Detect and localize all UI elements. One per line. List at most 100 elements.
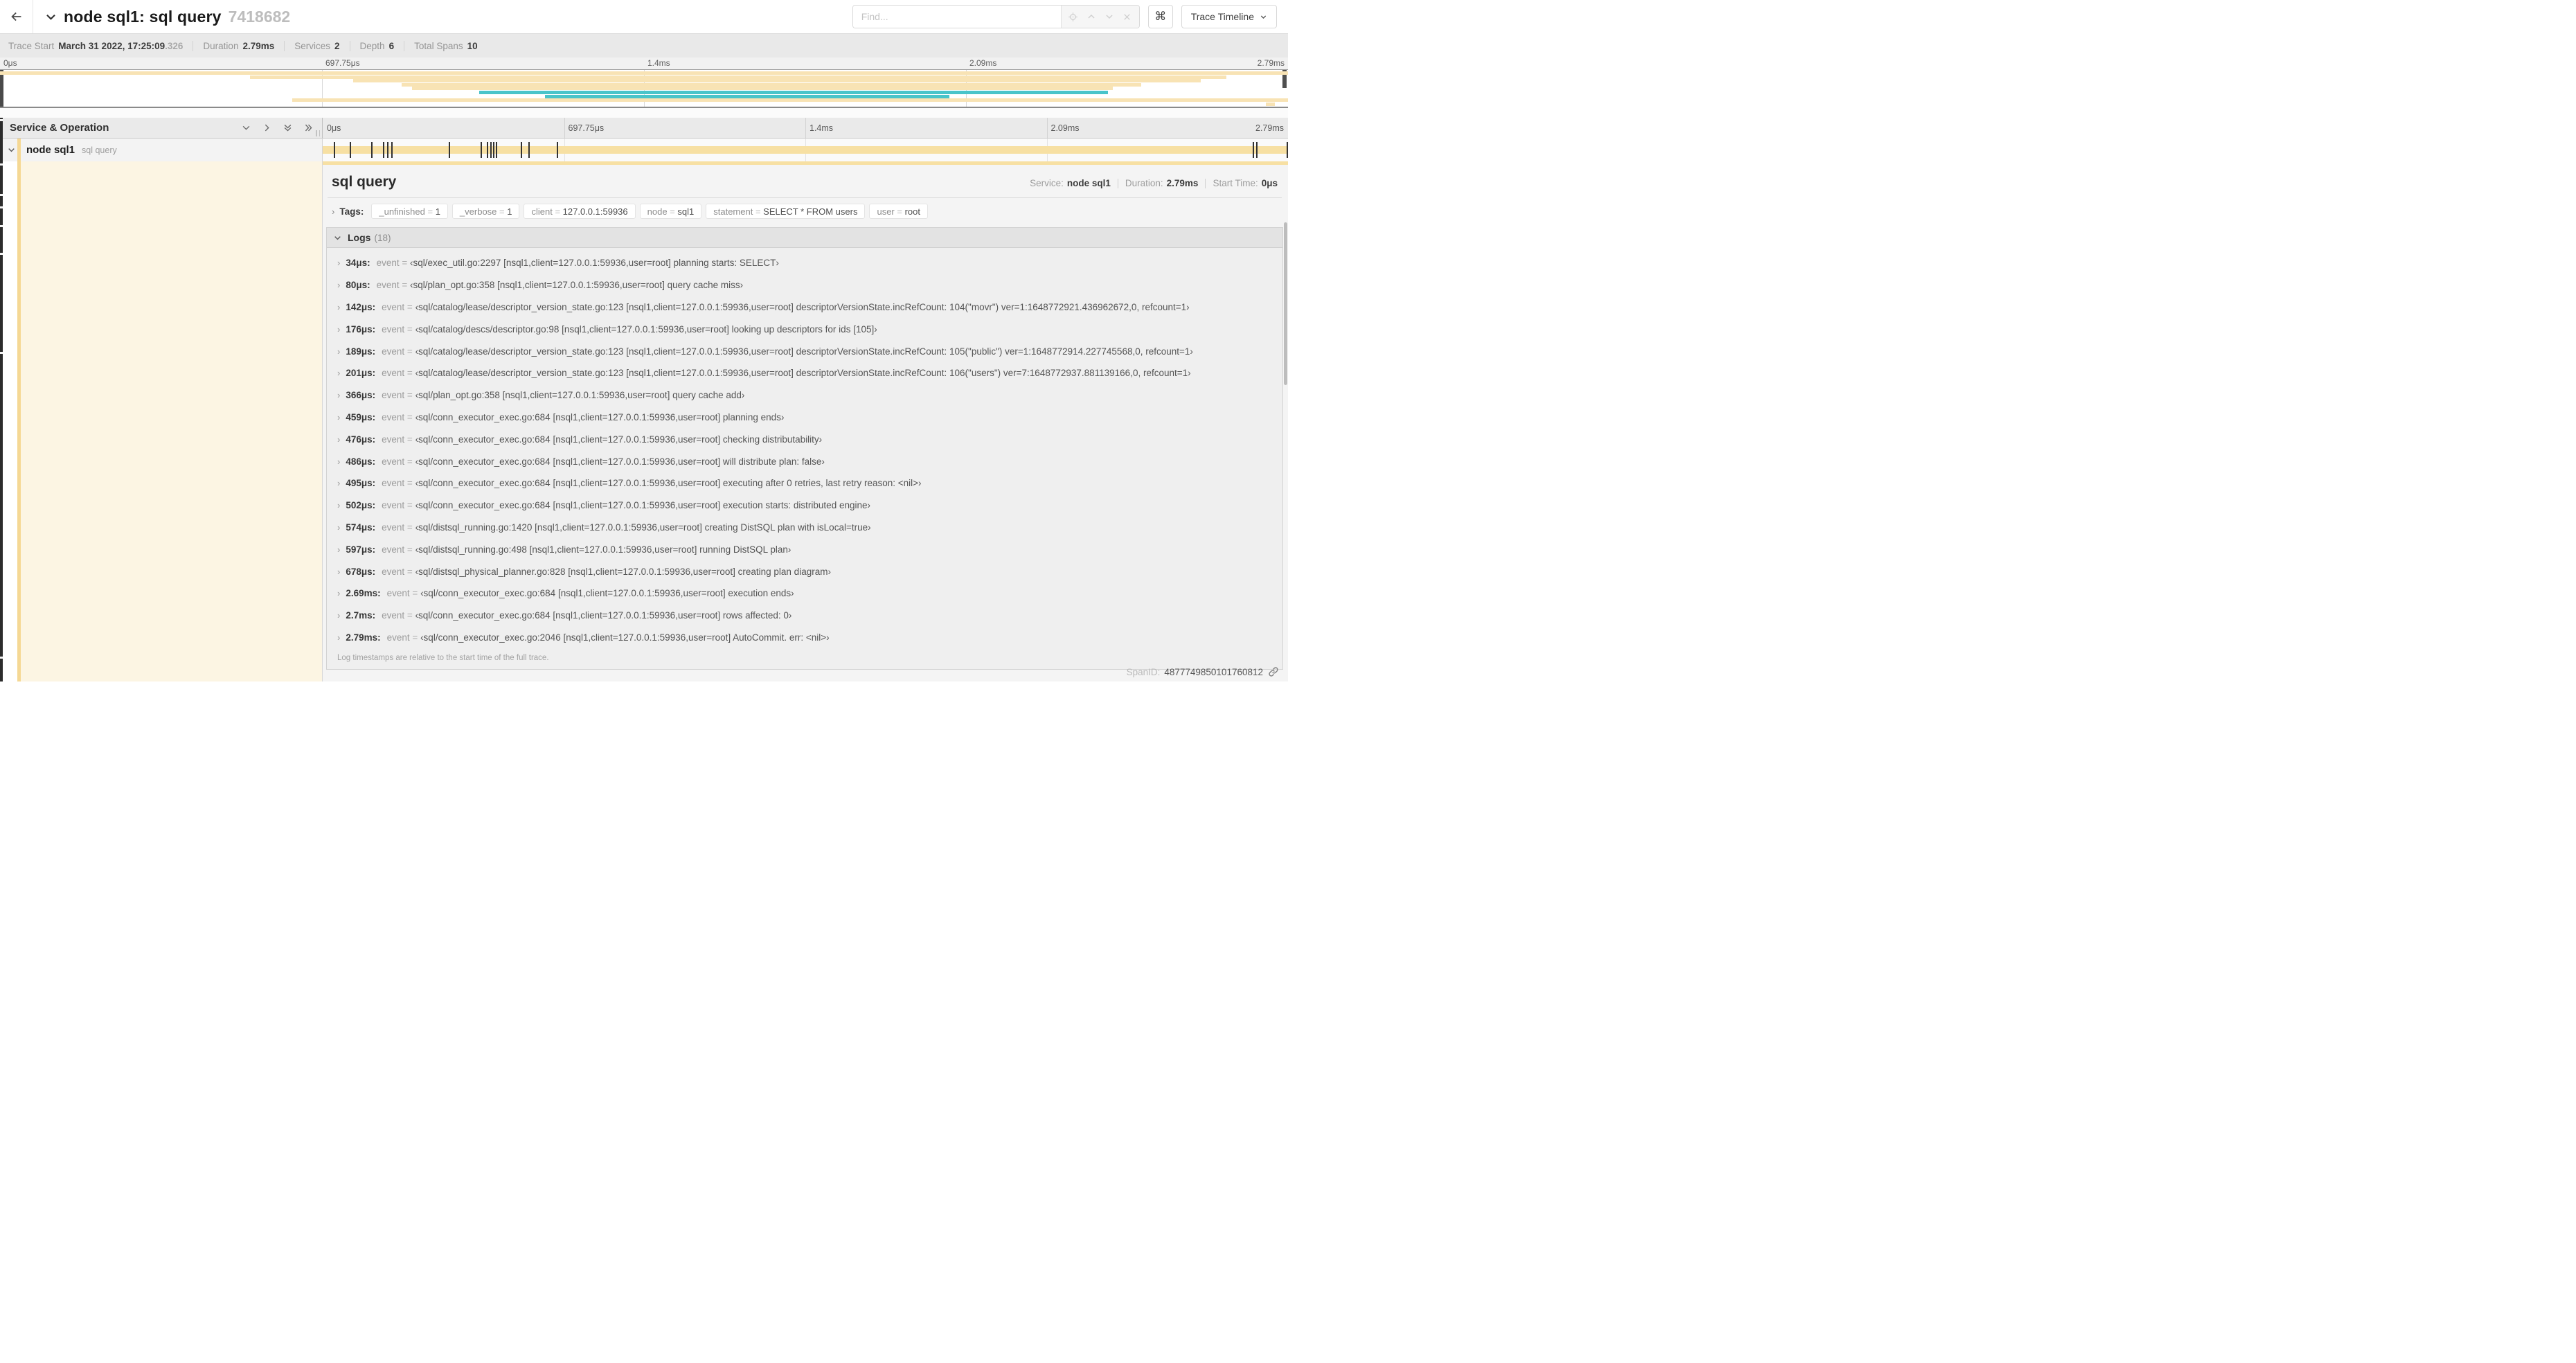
keyboard-shortcuts-button[interactable]: ⌘ (1147, 5, 1173, 28)
log-row[interactable]: › 142μs: event = ‹sql/catalog/lease/descri… (327, 296, 1282, 319)
minimap-left-drag-handle[interactable] (0, 70, 3, 107)
log-timestamp: 142μs: (346, 301, 376, 312)
span-bar-track[interactable] (323, 139, 1288, 161)
span-row-label[interactable]: node sql1 sql query (0, 139, 323, 161)
log-row[interactable]: › 678μs: event = ‹sql/distsql_physical_pla… (327, 560, 1282, 582)
service-label: Service: (1030, 178, 1064, 188)
column-resize-grip[interactable] (316, 130, 320, 136)
log-row[interactable]: › 495μs: event = ‹sql/conn_executor_exec.g… (327, 472, 1282, 495)
chevron-right-icon: › (337, 544, 341, 555)
log-row[interactable]: › 2.79ms: event = ‹sql/conn_executor_exec.… (327, 627, 1282, 649)
prev-match-icon[interactable] (1082, 6, 1100, 28)
find-input[interactable] (852, 6, 1061, 28)
log-field-value: ‹sql/distsql_running.go:1420 [nsql1,clie… (415, 522, 871, 533)
tag-pill: _unfinished = 1 (371, 204, 448, 219)
chevron-right-icon: › (337, 390, 341, 401)
log-timestamp: 678μs: (346, 566, 376, 577)
log-marker-tick (1255, 142, 1258, 158)
log-row[interactable]: › 80μs: event = ‹sql/plan_opt.go:358 [nsql… (327, 274, 1282, 296)
collapse-all-icon[interactable] (283, 123, 293, 133)
log-row[interactable]: › 574μs: event = ‹sql/distsql_running.go:1… (327, 517, 1282, 539)
log-field-equals: = (409, 632, 421, 643)
log-row[interactable]: › 476μs: event = ‹sql/conn_executor_exec.g… (327, 428, 1282, 450)
scrollbar-thumb[interactable] (1284, 222, 1287, 385)
log-field-key: event (382, 566, 405, 577)
log-field-key: event (382, 522, 405, 533)
back-button[interactable] (0, 0, 33, 33)
collapse-one-icon[interactable] (241, 123, 251, 133)
minimap-span-bar (544, 94, 949, 98)
expand-one-icon[interactable] (262, 123, 272, 133)
span-row: node sql1 sql query (0, 139, 1288, 161)
log-field-value: ‹sql/distsql_running.go:498 [nsql1,clien… (415, 544, 791, 555)
log-timestamp: 2.69ms: (346, 588, 381, 599)
minimap-span-bar (478, 91, 1108, 94)
timeline-tick: 0μs (327, 123, 341, 133)
log-row[interactable]: › 176μs: event = ‹sql/catalog/descs/descri… (327, 318, 1282, 340)
tag-value: 1 (507, 206, 512, 217)
timeline-tick: 2.79ms (1255, 123, 1284, 133)
span-operation-name: sql query (82, 145, 117, 155)
log-row[interactable]: › 597μs: event = ‹sql/distsql_running.go:4… (327, 538, 1282, 560)
logs-toggle[interactable]: Logs (18) (327, 228, 1282, 248)
log-field-value: ‹sql/conn_executor_exec.go:684 [nsql1,cl… (415, 411, 785, 422)
span-id-row: SpanID: 4877749850101760812 (1127, 666, 1279, 677)
chevron-right-icon: › (337, 610, 341, 621)
log-field-key: event (382, 544, 405, 555)
log-field-key: event (382, 434, 405, 445)
minimap-canvas[interactable] (0, 69, 1288, 108)
logs-count: (18) (374, 232, 391, 243)
log-row[interactable]: › 502μs: event = ‹sql/conn_executor_exec.g… (327, 495, 1282, 517)
expand-all-icon[interactable] (303, 123, 314, 133)
span-duration-bar[interactable] (323, 146, 1288, 154)
chevron-right-icon[interactable]: › (332, 206, 334, 217)
focus-match-icon[interactable] (1064, 6, 1082, 28)
log-row[interactable]: › 486μs: event = ‹sql/conn_executor_exec.g… (327, 450, 1282, 472)
minimap-span-bar (1266, 102, 1276, 106)
log-timestamp: 366μs: (346, 390, 376, 401)
tag-equals: = (497, 206, 508, 217)
log-row[interactable]: › 459μs: event = ‹sql/conn_executor_exec.g… (327, 407, 1282, 429)
log-field-key: event (382, 346, 405, 357)
duration-label: Duration (203, 40, 239, 51)
log-row[interactable]: › 366μs: event = ‹sql/plan_opt.go:358 [nsq… (327, 384, 1282, 407)
log-timestamp: 502μs: (346, 500, 376, 511)
collapse-trace-icon[interactable] (44, 10, 57, 24)
next-match-icon[interactable] (1100, 6, 1118, 28)
log-timestamp: 476μs: (346, 434, 376, 445)
log-field-equals: = (404, 566, 415, 577)
timeline-column-header: Service & Operation 0μs 697.75μs 1.4ms 2… (0, 118, 1288, 139)
view-selector-button[interactable]: Trace Timeline (1181, 5, 1277, 28)
log-field-equals: = (404, 368, 415, 379)
log-field-equals: = (404, 522, 415, 533)
log-row[interactable]: › 189μs: event = ‹sql/catalog/lease/descri… (327, 340, 1282, 362)
chevron-right-icon: › (337, 346, 341, 357)
start-time-label: Start Time: (1213, 178, 1258, 188)
log-field-equals: = (404, 456, 415, 467)
chevron-down-icon[interactable] (7, 145, 16, 154)
log-timestamp: 176μs: (346, 323, 376, 335)
deep-link-icon[interactable] (1268, 666, 1279, 677)
log-field-key: event (382, 411, 405, 422)
log-field-value: ‹sql/conn_executor_exec.go:684 [nsql1,cl… (415, 500, 870, 511)
logs-list: › 34μs: event = ‹sql/exec_util.go:2297 [ns… (327, 248, 1282, 648)
log-marker-tick (495, 142, 497, 158)
chevron-right-icon: › (337, 301, 341, 312)
ruler-tick: 0μs (3, 58, 17, 68)
log-field-value: ‹sql/catalog/lease/descriptor_version_st… (415, 368, 1191, 379)
timeline-tick: 697.75μs (568, 123, 605, 133)
log-marker-tick (528, 142, 530, 158)
total-spans-label: Total Spans (414, 40, 463, 51)
clear-find-icon[interactable] (1118, 6, 1136, 28)
chevron-right-icon: › (337, 522, 341, 533)
tag-key: client (531, 206, 553, 217)
log-row[interactable]: › 201μs: event = ‹sql/catalog/lease/descri… (327, 362, 1282, 384)
tags-toggle[interactable]: Tags: (339, 206, 364, 217)
log-row[interactable]: › 2.69ms: event = ‹sql/conn_executor_exec.… (327, 582, 1282, 605)
duration-value: 2.79ms (1166, 178, 1199, 188)
log-row[interactable]: › 34μs: event = ‹sql/exec_util.go:2297 [ns… (327, 252, 1282, 274)
log-field-key: event (382, 610, 405, 621)
tag-value: sql1 (677, 206, 695, 217)
log-row[interactable]: › 2.7ms: event = ‹sql/conn_executor_exec.g… (327, 605, 1282, 627)
logs-box: Logs (18) › 34μs: event = ‹sql/exec_util.g… (326, 227, 1283, 670)
